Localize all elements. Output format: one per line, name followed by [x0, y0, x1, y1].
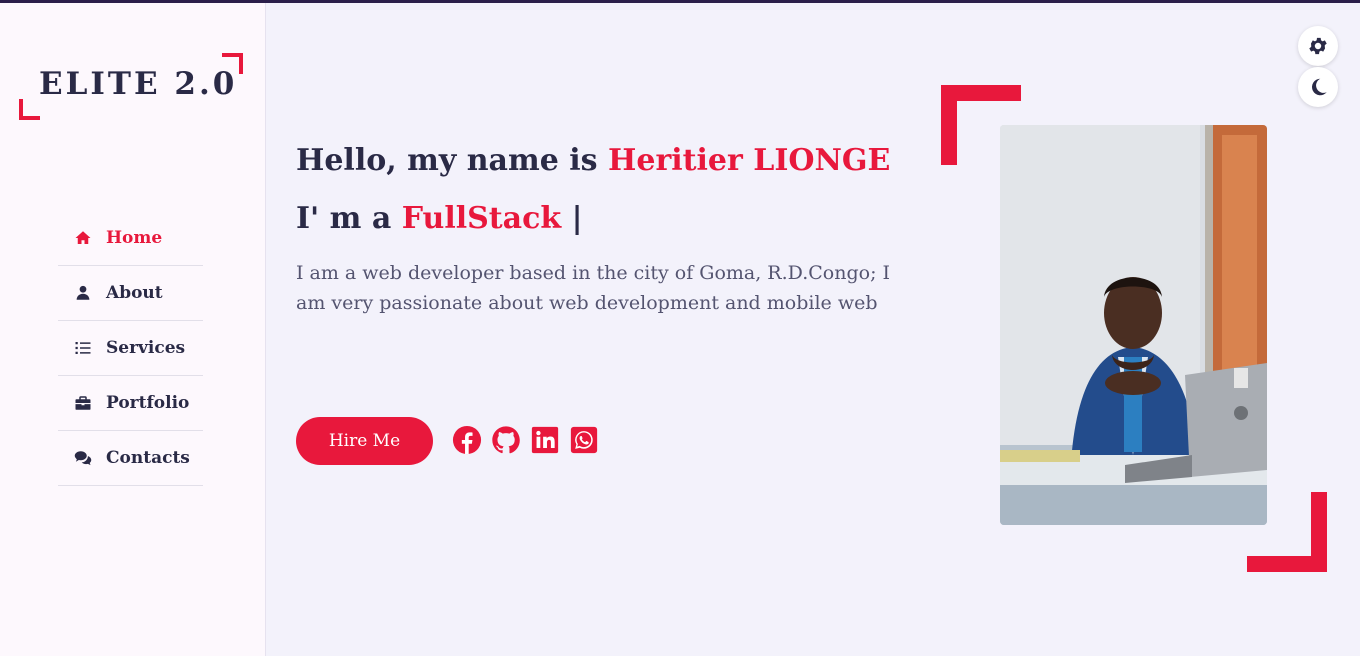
hero-role-prefix: I' m a [296, 201, 392, 236]
logo-corner-bottom-left [19, 99, 40, 120]
hero-name: Heritier LIONGE [608, 143, 891, 178]
main-nav: Home About Services Portfolio Contacts [58, 211, 203, 486]
nav-item-label: Contacts [106, 448, 190, 468]
logo-text: ELITE 2.0 [39, 66, 238, 102]
hire-me-button[interactable]: Hire Me [296, 417, 433, 465]
whatsapp-icon[interactable] [569, 424, 599, 456]
nav-item-contacts[interactable]: Contacts [58, 431, 203, 486]
social-links [452, 424, 599, 456]
nav-item-label: Portfolio [106, 393, 190, 413]
nav-item-label: Services [106, 338, 186, 358]
list-icon [72, 339, 94, 357]
hero-greeting: Hello, my name is [296, 143, 598, 178]
dark-mode-toggle[interactable] [1298, 67, 1338, 107]
sidebar: ELITE 2.0 Home About Services Portfolio [0, 3, 266, 656]
nav-item-label: About [106, 283, 163, 303]
home-icon [72, 229, 94, 247]
logo[interactable]: ELITE 2.0 [19, 50, 243, 120]
settings-button[interactable] [1298, 26, 1338, 66]
dark-mode-moon-icon [1312, 78, 1327, 96]
profile-photo [1000, 125, 1267, 525]
nav-item-home[interactable]: Home [58, 211, 203, 266]
hero-headline: Hello, my name is Heritier LIONGE [296, 143, 890, 178]
facebook-icon[interactable] [452, 424, 482, 456]
nav-item-services[interactable]: Services [58, 321, 203, 376]
user-icon [72, 284, 94, 302]
typing-cursor: | [571, 201, 583, 236]
hero-bio: I am a web developer based in the city o… [296, 262, 891, 314]
briefcase-icon [72, 394, 94, 412]
linkedin-icon[interactable] [530, 424, 560, 456]
nav-item-label: Home [106, 228, 163, 248]
comments-icon [72, 449, 94, 467]
nav-item-portfolio[interactable]: Portfolio [58, 376, 203, 431]
hero-role: FullStack [401, 201, 562, 236]
settings-gear-icon [1309, 37, 1327, 55]
hero-role-line: I' m a FullStack | [296, 201, 583, 236]
nav-item-about[interactable]: About [58, 266, 203, 321]
github-icon[interactable] [491, 424, 521, 456]
